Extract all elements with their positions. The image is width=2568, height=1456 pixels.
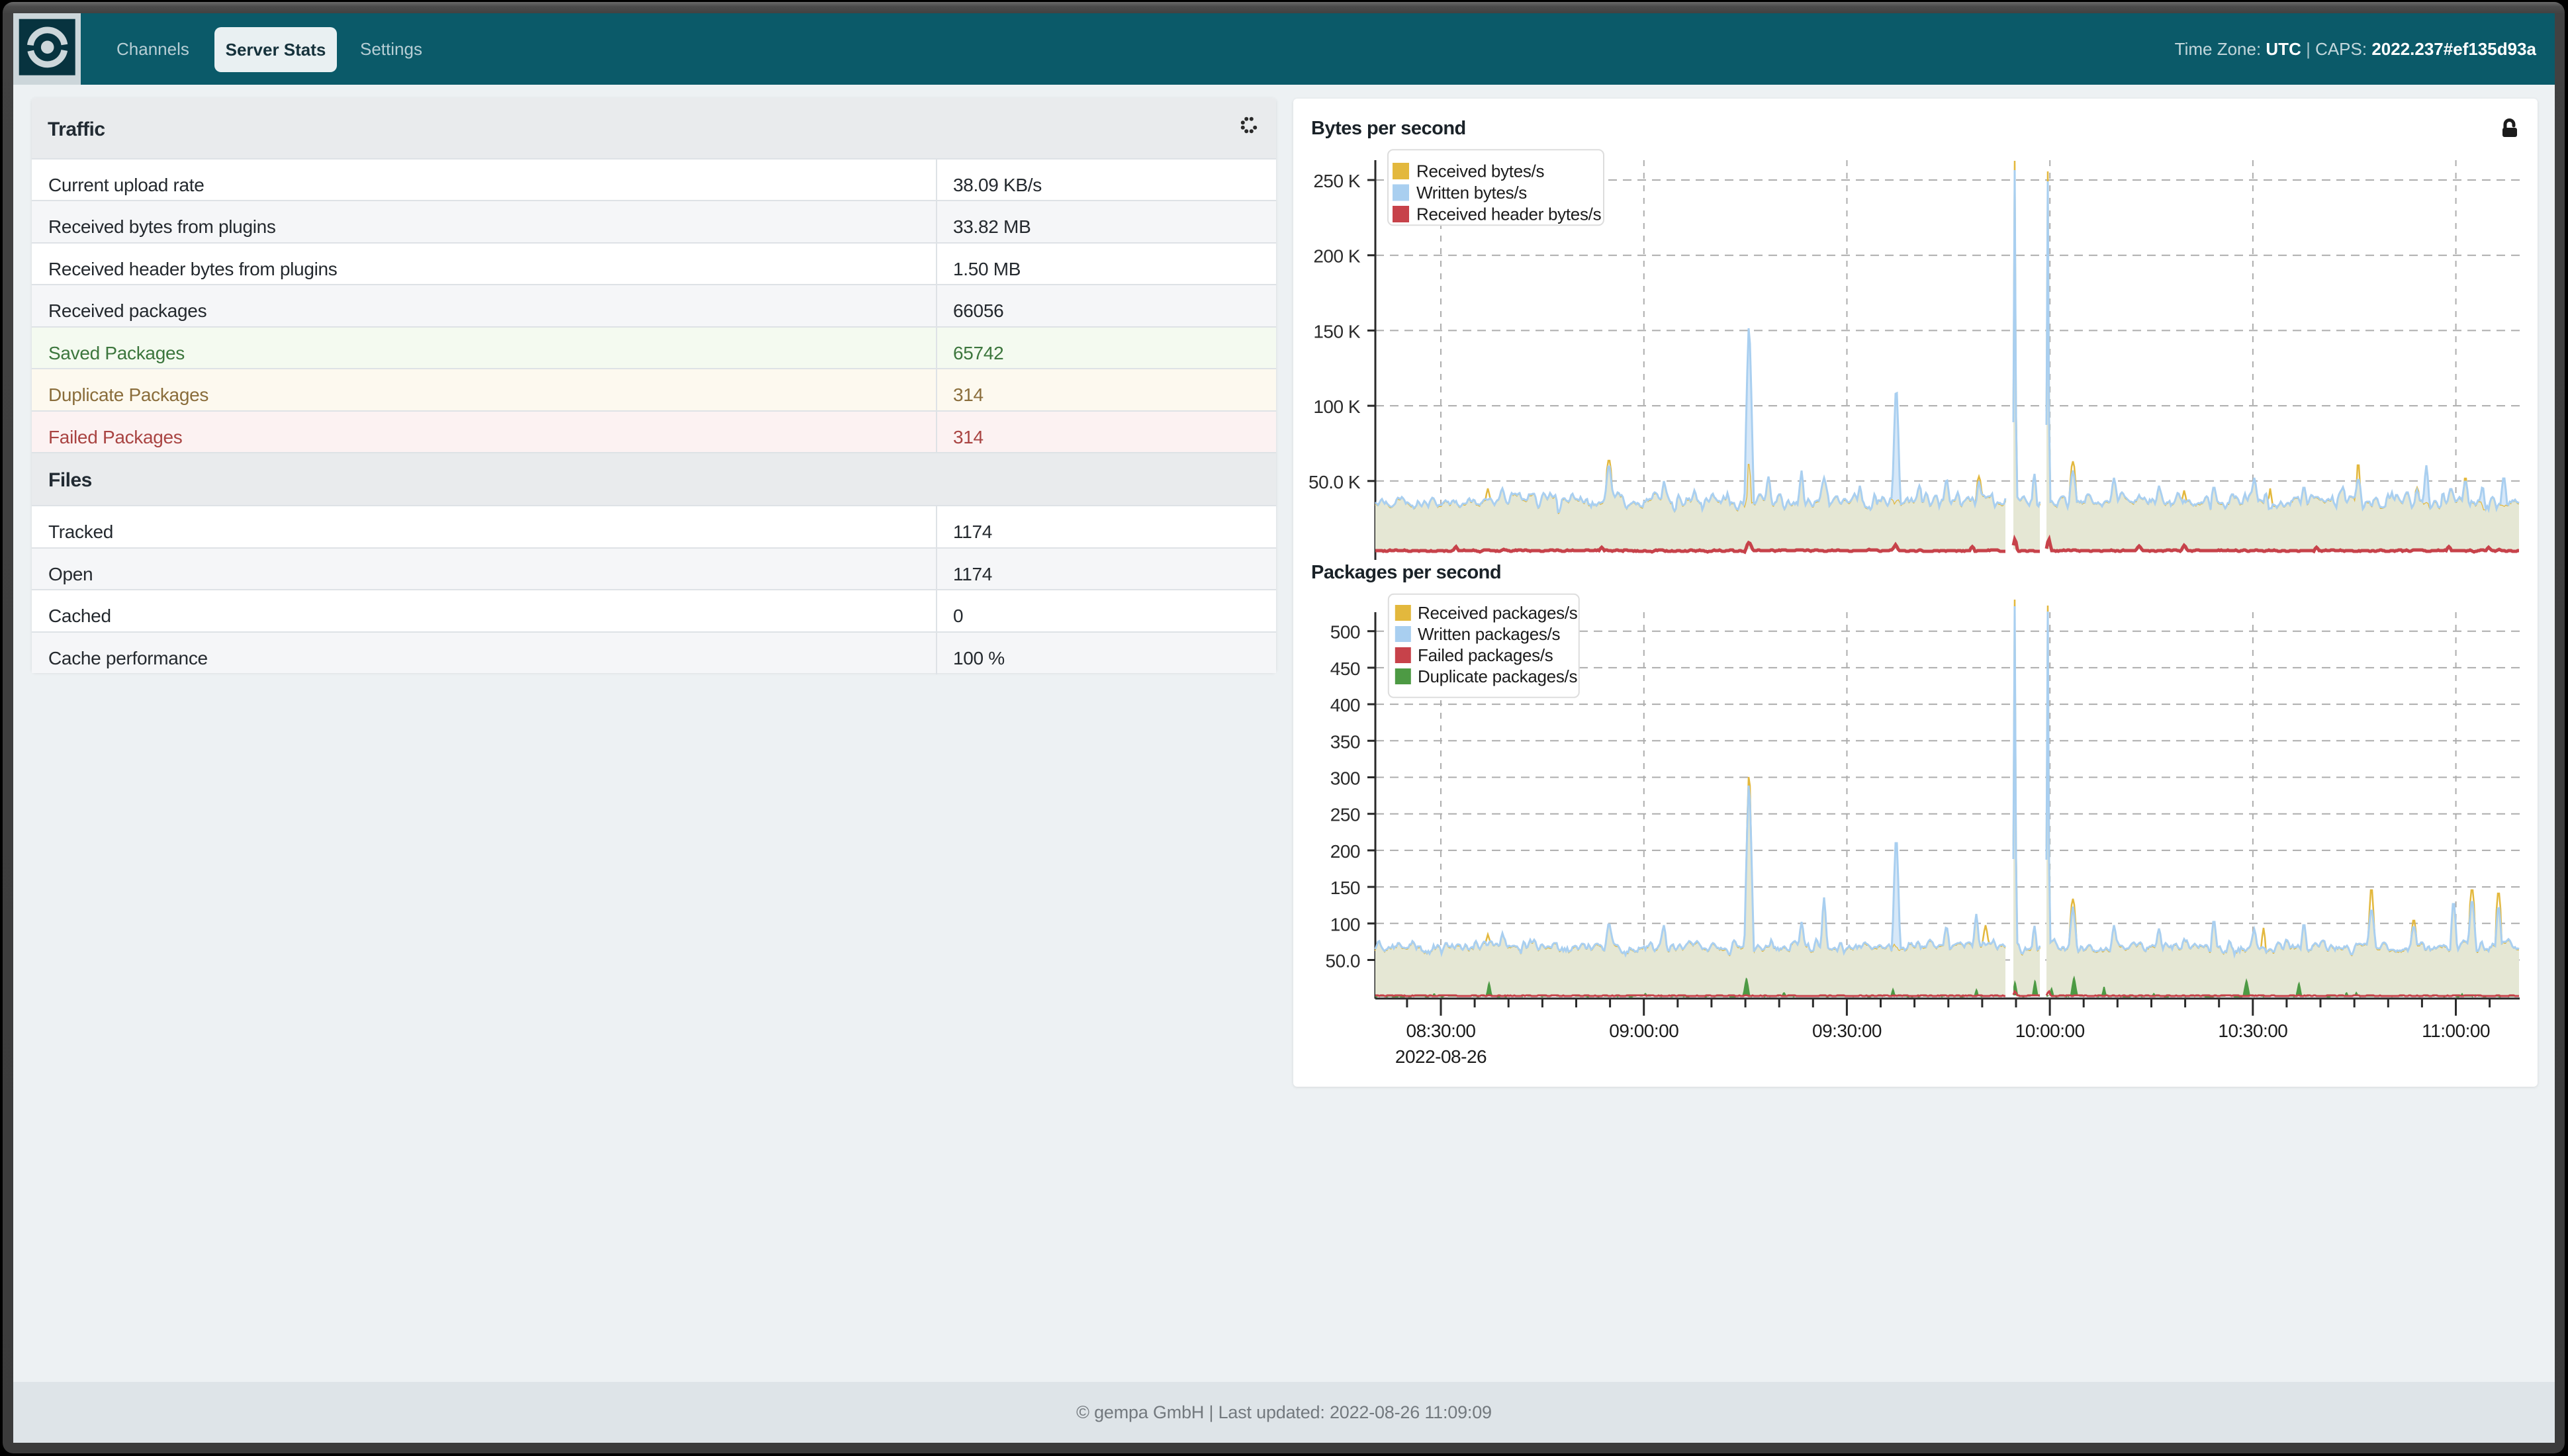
svg-text:2022-08-26: 2022-08-26 bbox=[1395, 1046, 1487, 1067]
svg-text:200: 200 bbox=[1330, 841, 1360, 862]
svg-text:Failed packages/s: Failed packages/s bbox=[1418, 645, 1553, 665]
svg-text:11:00:00: 11:00:00 bbox=[2422, 1021, 2490, 1041]
svg-text:Received packages/s: Received packages/s bbox=[1418, 603, 1578, 623]
svg-text:300: 300 bbox=[1330, 768, 1360, 789]
svg-text:Written packages/s: Written packages/s bbox=[1418, 624, 1561, 644]
svg-text:250 K: 250 K bbox=[1313, 171, 1360, 191]
svg-text:150: 150 bbox=[1330, 878, 1360, 898]
svg-text:500: 500 bbox=[1330, 622, 1360, 643]
svg-text:09:30:00: 09:30:00 bbox=[1812, 1021, 1882, 1041]
svg-text:Received bytes/s: Received bytes/s bbox=[1416, 161, 1544, 181]
svg-text:Written bytes/s: Written bytes/s bbox=[1416, 183, 1527, 203]
svg-text:450: 450 bbox=[1330, 659, 1360, 679]
svg-text:400: 400 bbox=[1330, 695, 1360, 715]
svg-text:Received header bytes/s: Received header bytes/s bbox=[1416, 205, 1602, 224]
svg-text:100 K: 100 K bbox=[1313, 396, 1360, 417]
svg-text:Duplicate packages/s: Duplicate packages/s bbox=[1418, 666, 1577, 686]
svg-text:250: 250 bbox=[1330, 805, 1360, 825]
svg-text:50.0: 50.0 bbox=[1326, 951, 1361, 972]
svg-text:08:30:00: 08:30:00 bbox=[1406, 1021, 1476, 1041]
svg-text:200 K: 200 K bbox=[1313, 246, 1360, 267]
svg-text:350: 350 bbox=[1330, 731, 1360, 752]
svg-text:10:00:00: 10:00:00 bbox=[2015, 1021, 2085, 1041]
svg-text:09:00:00: 09:00:00 bbox=[1609, 1021, 1678, 1041]
svg-text:100: 100 bbox=[1330, 914, 1360, 934]
svg-text:150 K: 150 K bbox=[1313, 321, 1360, 341]
svg-text:50.0 K: 50.0 K bbox=[1308, 472, 1361, 492]
svg-text:10:30:00: 10:30:00 bbox=[2218, 1021, 2287, 1041]
